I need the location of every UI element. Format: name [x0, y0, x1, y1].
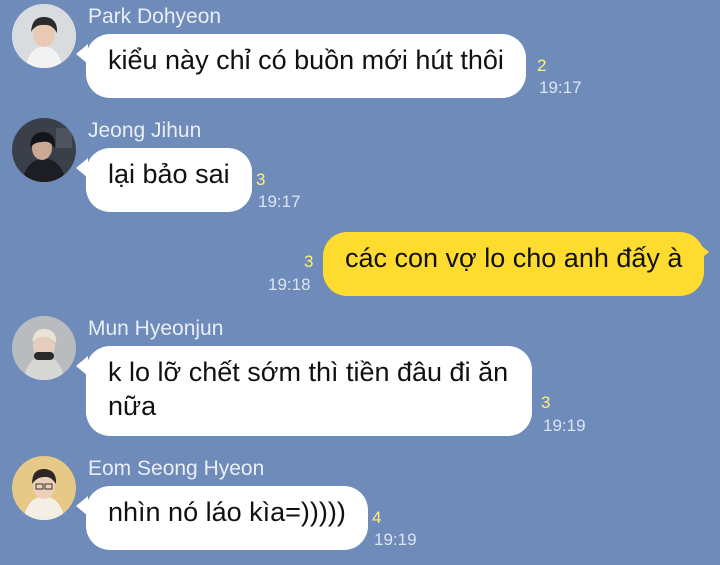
message-time: 19:17: [539, 78, 582, 97]
message-bubble[interactable]: nhìn nó láo kìa=))))): [86, 486, 368, 550]
user-avatar-icon[interactable]: [12, 4, 76, 68]
unread-count: 3: [256, 170, 266, 189]
bubble-tail: [697, 242, 709, 262]
message-bubble[interactable]: lại bảo sai: [86, 148, 252, 212]
message-row: Park Dohyeon kiểu này chỉ có buồn mới hú…: [0, 0, 720, 110]
unread-count: 3: [304, 252, 314, 271]
user-avatar-icon[interactable]: [12, 316, 76, 380]
message-row: Jeong Jihun lại bảo sai 3 19:17: [0, 112, 720, 222]
user-avatar-icon[interactable]: [12, 456, 76, 520]
message-bubble[interactable]: k lo lỡ chết sớm thì tiền đâu đi ăn nữa: [86, 346, 532, 436]
message-row: 3 19:18 các con vợ lo cho anh đấy à: [0, 228, 720, 308]
message-time: 19:19: [374, 530, 417, 549]
unread-count: 3: [541, 393, 551, 412]
sender-name: Mun Hyeonjun: [88, 317, 224, 340]
message-time: 19:18: [268, 275, 311, 294]
message-time: 19:19: [543, 416, 586, 435]
sender-name: Park Dohyeon: [88, 5, 222, 28]
sender-name: Jeong Jihun: [88, 119, 202, 142]
message-time: 19:17: [258, 192, 301, 211]
sender-name: Eom Seong Hyeon: [88, 457, 265, 480]
message-row: Eom Seong Hyeon nhìn nó láo kìa=))))) 4 …: [0, 452, 720, 565]
unread-count: 4: [372, 508, 382, 527]
unread-count: 2: [537, 56, 547, 75]
message-bubble[interactable]: kiểu này chỉ có buồn mới hút thôi: [86, 34, 526, 98]
message-bubble[interactable]: các con vợ lo cho anh đấy à: [323, 232, 705, 296]
message-row: Mun Hyeonjun k lo lỡ chết sớm thì tiền đ…: [0, 310, 720, 450]
user-avatar-icon[interactable]: [12, 118, 76, 182]
